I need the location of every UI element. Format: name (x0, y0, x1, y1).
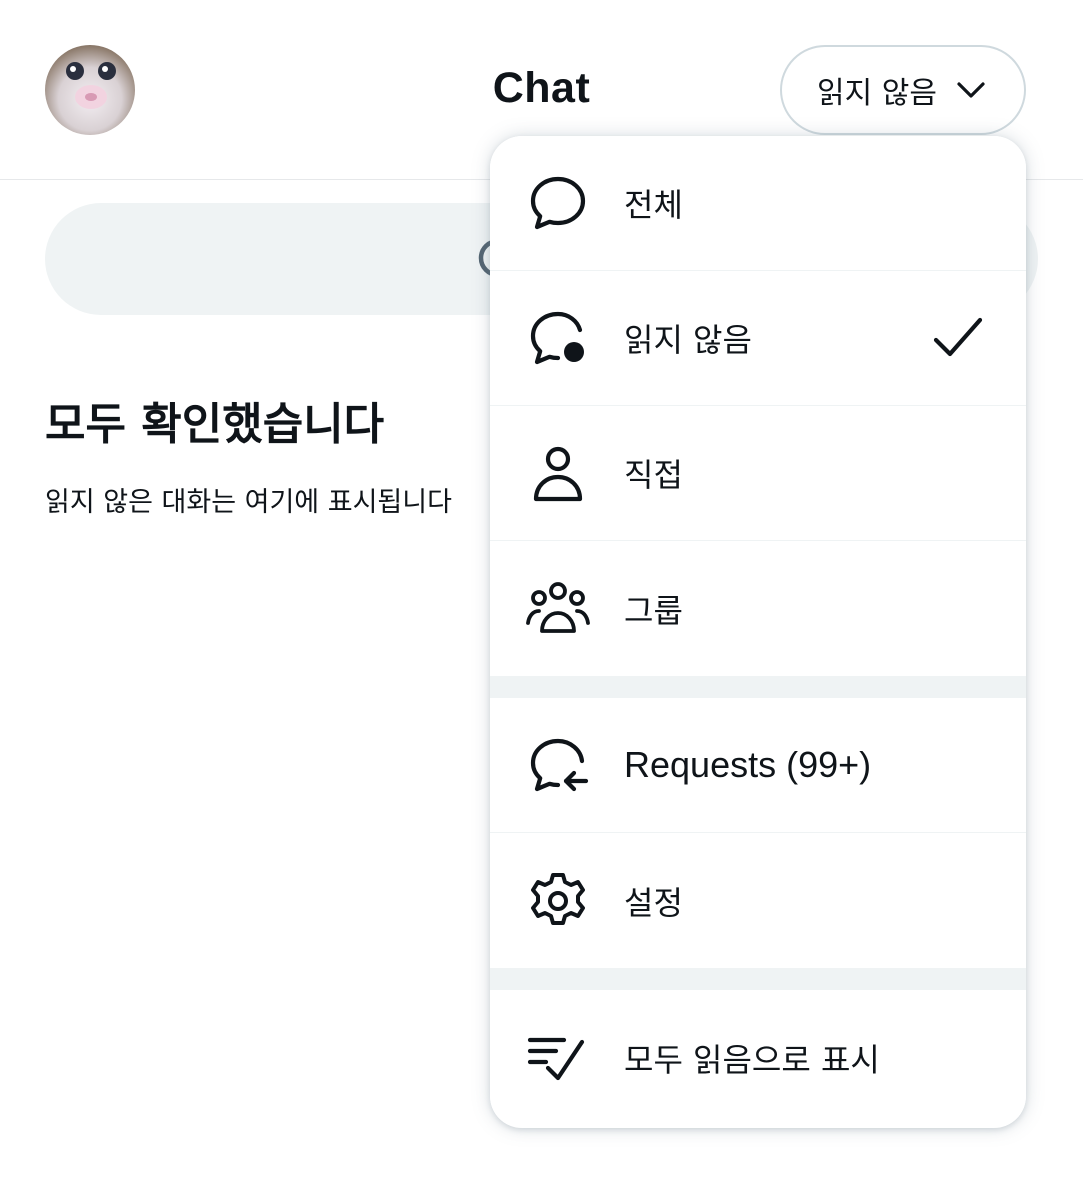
menu-item-unread[interactable]: 읽지 않음 (490, 271, 1026, 406)
menu-item-label: 전체 (624, 186, 683, 224)
menu-item-settings[interactable]: 설정 (490, 833, 1026, 968)
menu-divider (490, 676, 1026, 698)
filter-button-label: 읽지 않음 (817, 76, 937, 111)
menu-item-label: 그룹 (624, 591, 683, 630)
menu-item-label: 모두 읽음으로 표시 (624, 1040, 880, 1079)
menu-item-group[interactable]: 그룹 (490, 541, 1026, 676)
chat-page: Chat 읽지 않음 모두 확인했습니다 읽지 않은 대화는 여기에 표시됩니다… (0, 0, 1083, 1200)
group-icon (524, 575, 592, 643)
empty-state-title: 모두 확인했습니다 (45, 399, 385, 450)
menu-item-label: 직접 (624, 456, 683, 494)
chevron-down-icon (957, 82, 985, 98)
menu-item-all[interactable]: 전체 (490, 136, 1026, 271)
menu-item-label: Requests (99+) (624, 744, 872, 785)
menu-item-requests[interactable]: Requests (99+) (490, 698, 1026, 833)
chat-bubble-unread-icon (524, 304, 592, 372)
menu-item-mark-all-read[interactable]: 모두 읽음으로 표시 (490, 990, 1026, 1125)
empty-state-description: 읽지 않은 대화는 여기에 표시됩니다 (45, 487, 452, 518)
gear-icon (524, 867, 592, 935)
chat-bubble-icon (524, 169, 592, 237)
mark-all-read-icon (524, 1024, 592, 1092)
person-icon (524, 439, 592, 507)
menu-item-label: 읽지 않음 (624, 321, 752, 359)
menu-item-direct[interactable]: 직접 (490, 406, 1026, 541)
chat-bubble-incoming-icon (524, 731, 592, 799)
filter-dropdown-button[interactable]: 읽지 않음 (780, 45, 1026, 135)
menu-item-label: 설정 (624, 883, 683, 922)
filter-dropdown-menu: 전체 읽지 않음 직접 그룹 Requests (99+) 설정 모두 읽음으로… (490, 136, 1026, 1128)
menu-divider (490, 968, 1026, 990)
checkmark-icon (933, 317, 983, 357)
